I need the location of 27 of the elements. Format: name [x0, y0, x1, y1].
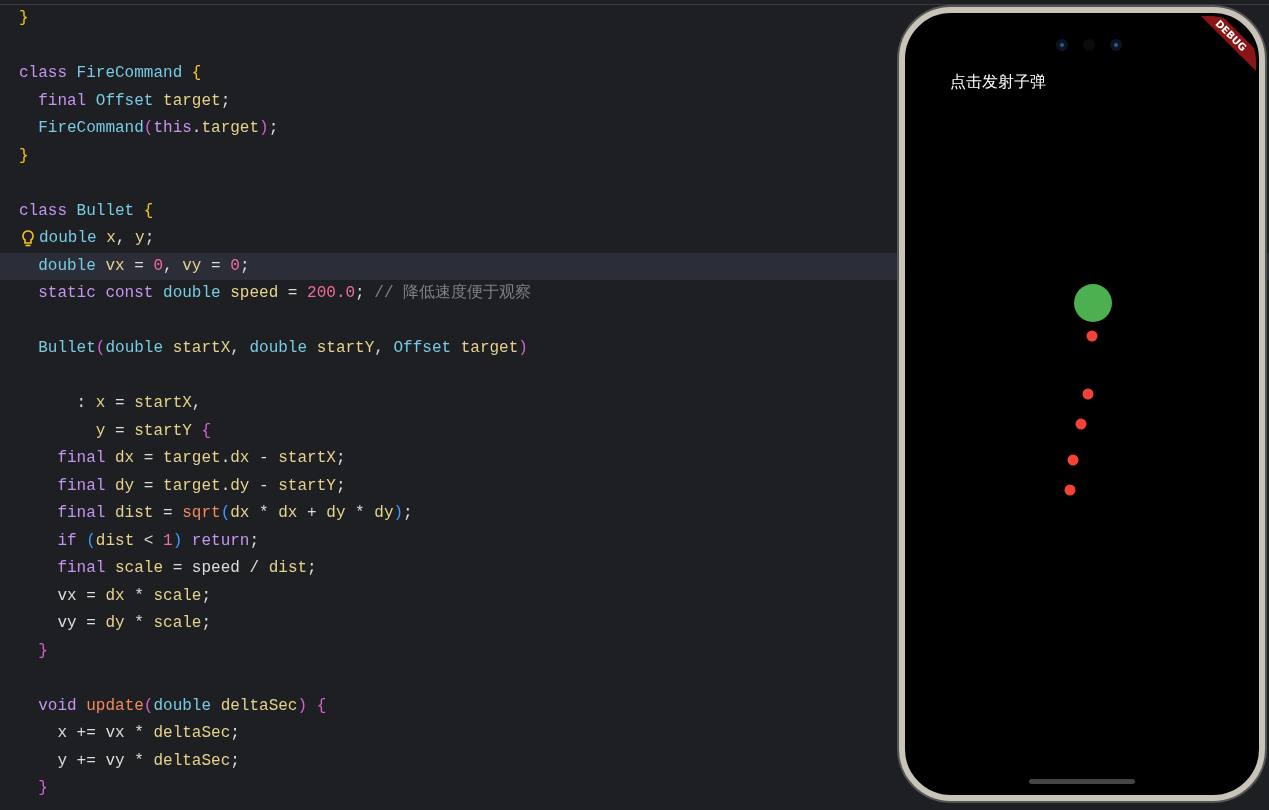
code-line: : x = startX, — [75, 393, 202, 414]
code-line: final dx = target.dx - startX; — [56, 448, 346, 469]
lightbulb-icon[interactable] — [22, 229, 34, 248]
code-line: if (dist < 1) return; — [56, 530, 260, 552]
code-line: y += vy * deltaSec; — [56, 750, 240, 772]
code-line: vy = dy * scale; — [56, 613, 212, 634]
code-line: } — [37, 640, 48, 662]
code-line: Bullet(double startX, double startY, Offset target) — [37, 338, 528, 359]
code-line: y = startY { — [94, 420, 212, 442]
code-line: } — [19, 145, 29, 167]
code-line: class FireCommand { — [19, 63, 202, 84]
code-line: class Bullet { — [19, 200, 154, 222]
code-line: } — [37, 778, 48, 799]
code-line: final dist = sqrt(dx * dx + dy * dy); — [56, 503, 413, 524]
app-hint[interactable]: 点击发射子弹 — [950, 72, 1046, 93]
code-line: FireCommand(this.target); — [37, 118, 279, 139]
code-line: static const double speed = 200.0; // 降低速度便于观察 — [37, 282, 532, 304]
code-line: double x, y; — [39, 228, 155, 249]
code-line: double vx = 0, vy = 0; — [37, 255, 250, 277]
camera-icon — [1054, 37, 1124, 53]
code-line: final scale = speed / dist; — [56, 558, 317, 579]
code-line: void update(double deltaSec) { — [37, 695, 327, 717]
code-line: vx = dx * scale; — [56, 585, 212, 607]
code-line: x += vx * deltaSec; — [56, 723, 240, 744]
code-line: } — [19, 8, 29, 29]
code-line: final Offset target; — [37, 90, 231, 112]
code-line: final dy = target.dy - startY; — [56, 475, 346, 497]
